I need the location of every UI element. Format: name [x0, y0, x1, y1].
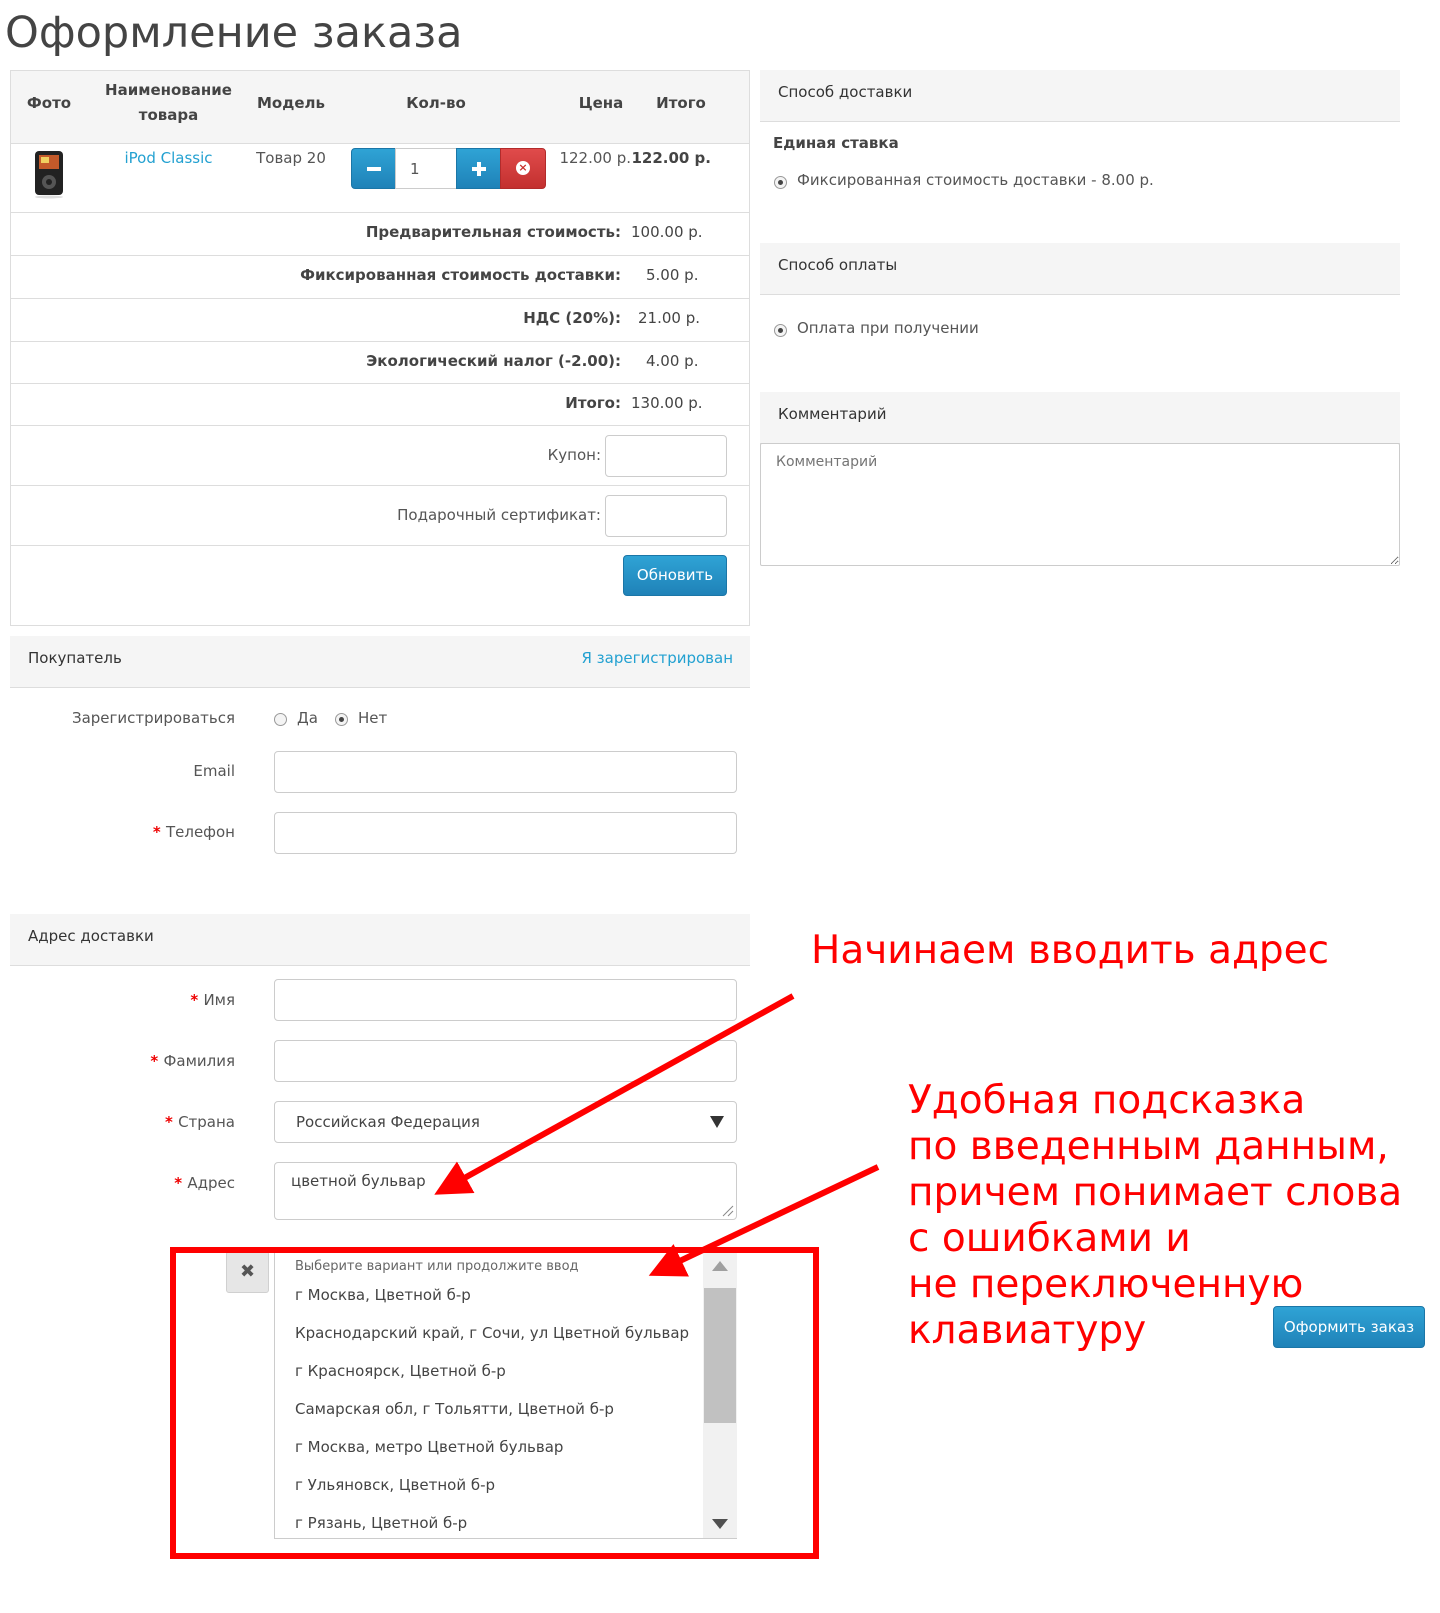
annotation-line: причем понимает слова	[908, 1170, 1403, 1215]
annotation-suggestion-note: Удобная подсказка по введенным данным, п…	[908, 1078, 1402, 1354]
annotation-arrows	[434, 993, 880, 1277]
annotation-arrow-address	[434, 993, 795, 1195]
annotation-line: по введенным данным,	[908, 1124, 1389, 1169]
annotation-line: клавиатуру	[908, 1308, 1147, 1353]
annotation-line: с ошибками и	[908, 1216, 1191, 1261]
annotation-arrow-suggestions	[648, 1164, 880, 1277]
annotation-start-typing: Начинаем вводить адрес	[811, 928, 1330, 973]
annotation-line: не переключенную	[908, 1262, 1304, 1307]
annotation-line: Удобная подсказка	[908, 1078, 1306, 1123]
